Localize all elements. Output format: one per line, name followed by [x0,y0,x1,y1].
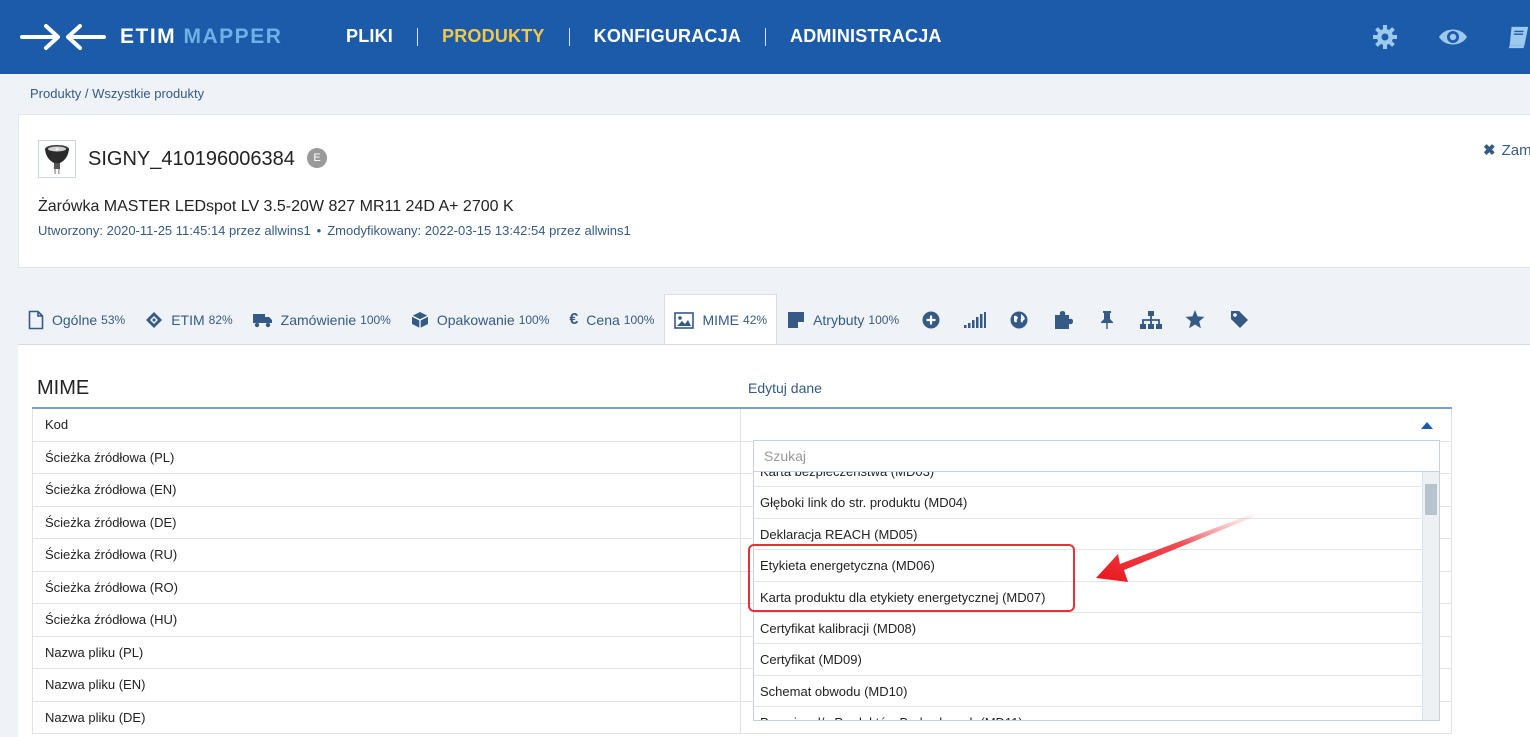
caret-up-icon[interactable] [1421,422,1433,429]
tab-percent: 100% [868,312,900,327]
tab-percent: 100% [518,312,550,327]
tab-ogolne[interactable]: Ogólne 53% [18,294,135,345]
logo[interactable]: ETIM MAPPER [20,22,282,52]
main-nav: PLIKI PRODUKTY KONFIGURACJA ADMINISTRACJ… [322,26,966,47]
eye-icon[interactable] [1438,22,1468,52]
tab-label: Zamówienie [280,311,357,328]
breadcrumb[interactable]: Produkty / Wszystkie produkty [30,86,204,101]
edit-data-link[interactable]: Edytuj dane [748,380,822,396]
meta-separator: • [316,223,322,238]
nav-produkty[interactable]: PRODUKTY [418,26,569,47]
tag-icon[interactable] [1217,294,1261,345]
header-icons [1370,22,1530,52]
file-icon [28,310,44,330]
product-name: Żarówka MASTER LEDspot LV 3.5-20W 827 MR… [38,198,514,215]
dropdown-scrollbar[interactable] [1422,472,1439,720]
tab-percent: 42% [743,313,768,327]
product-code: SIGNY_410196006384 [88,148,295,170]
gear-icon[interactable] [1370,22,1400,52]
nav-pliki[interactable]: PLIKI [322,26,417,47]
tab-cena[interactable]: € Cena 100% [559,294,664,345]
tab-opakowanie[interactable]: Opakowanie 100% [401,294,560,345]
tab-label: Atrybuty [813,311,865,328]
nav-konfiguracja[interactable]: KONFIGURACJA [570,26,765,47]
tab-percent: 53% [101,312,126,327]
etim-badge: E [307,148,327,168]
tab-atrybuty[interactable]: Atrybuty 100% [777,294,909,345]
annotation-arrow-icon [1096,514,1256,582]
image-icon [674,311,695,329]
plus-circle-icon[interactable] [909,294,953,345]
search-input[interactable] [754,441,1439,471]
truck-icon [252,312,273,328]
puzzle-icon[interactable] [1041,294,1085,345]
row-label: Ścieżka źródłowa (EN) [32,474,741,506]
pin-icon[interactable] [1085,294,1129,345]
product-header-card: SIGNY_410196006384 E ✖ Zam Żarówka MASTER… [18,114,1530,268]
product-thumbnail[interactable] [38,140,76,178]
scrollbar-thumb[interactable] [1425,484,1437,515]
row-label: Nazwa pliku (PL) [32,636,741,668]
tab-percent: 82% [208,312,233,327]
row-label: Nazwa pliku (DE) [32,701,741,733]
dropdown-search [754,441,1439,472]
top-navigation-bar: ETIM MAPPER PLIKI PRODUKTY KONFIGURACJA … [0,0,1530,74]
nav-divider [765,27,767,46]
product-meta: Utworzony: 2020-11-25 11:45:14 przez all… [38,223,631,238]
nav-administracja[interactable]: ADMINISTRACJA [766,26,966,47]
kod-select[interactable] [741,409,1452,441]
box-icon [411,311,429,329]
tab-percent: 100% [623,312,655,327]
list-item[interactable]: Przepisy d/s Produktów Budowlanych (MD11… [754,707,1422,720]
created-info: Utworzony: 2020-11-25 11:45:14 przez all… [38,223,311,238]
sitemap-icon[interactable] [1129,294,1173,345]
tab-label: ETIM [171,311,205,328]
list-item[interactable]: Karta bezpieczeństwa (MD03) [754,472,1422,488]
row-label: Ścieżka źródłowa (PL) [32,441,741,473]
row-label: Nazwa pliku (EN) [32,669,741,701]
row-label: Ścieżka źródłowa (RU) [32,539,741,571]
row-label: Ścieżka źródłowa (RO) [32,571,741,603]
row-label: Ścieżka źródłowa (DE) [32,506,741,538]
section-title: MIME [37,377,90,399]
globe-icon[interactable] [997,294,1041,345]
close-button[interactable]: ✖ Zam [1483,141,1530,159]
close-icon: ✖ [1483,142,1496,159]
tab-label: Opakowanie [436,311,515,328]
logo-text: ETIM MAPPER [120,25,283,48]
book-icon[interactable] [1506,22,1530,52]
list-item[interactable]: Certyfikat (MD09) [754,644,1422,676]
tab-zamowienie[interactable]: Zamówienie 100% [243,294,401,345]
list-item[interactable]: Schemat obwodu (MD10) [754,676,1422,708]
list-item[interactable]: Certyfikat kalibracji (MD08) [754,613,1422,645]
table-row: Kod [32,409,1452,442]
nav-divider [417,27,419,46]
row-label: Kod [32,409,741,441]
euro-icon: € [569,310,579,328]
modified-info: Zmodyfikowany: 2022-03-15 13:42:54 przez… [327,223,631,238]
star-icon[interactable] [1173,294,1217,345]
note-icon [787,311,805,329]
row-label: Ścieżka źródłowa (HU) [32,604,741,636]
signal-icon[interactable] [953,294,997,345]
tab-label: MIME [702,312,740,328]
annotation-highlight-box [748,544,1075,612]
tab-etim[interactable]: ETIM 82% [135,294,242,345]
nav-divider [568,27,570,46]
logo-arrows-icon [20,24,106,50]
close-label: Zam [1501,142,1530,159]
tab-mime[interactable]: MIME 42% [664,294,778,346]
tab-percent: 100% [360,312,391,327]
tab-label: Ogólne [52,311,98,328]
tab-label: Cena [586,311,620,328]
product-tabs: Ogólne 53% ETIM 82% Zamówienie 100% Opakowa… [18,294,1261,346]
diamond-icon [145,311,163,329]
